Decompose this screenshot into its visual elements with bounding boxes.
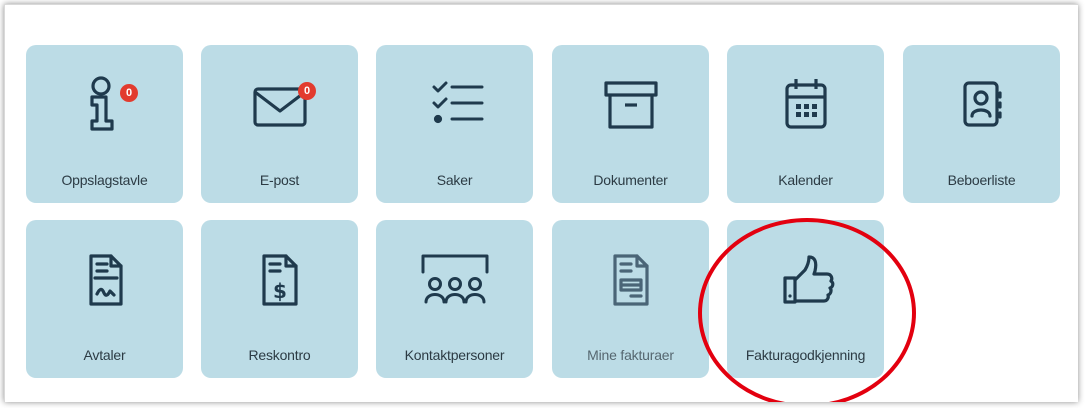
tile-fakturagodkjenning[interactable]: Fakturagodkjenning: [727, 220, 884, 378]
tile-beboerliste[interactable]: Beboerliste: [903, 45, 1060, 203]
tile-label: Kalender: [778, 172, 833, 188]
tile-oppslagstavle[interactable]: 0 Oppslagstavle: [26, 45, 183, 203]
tile-label: Saker: [436, 172, 473, 188]
tile-e-post[interactable]: 0 E-post: [201, 45, 358, 203]
tile-label: Mine fakturaer: [587, 347, 674, 363]
notification-badge: 0: [120, 84, 138, 102]
invoice-document-icon: [552, 250, 709, 310]
group-people-icon: [376, 250, 533, 310]
tile-label: Beboerliste: [947, 172, 1016, 188]
notification-badge: 0: [298, 82, 316, 100]
tile-label: Oppslagstavle: [61, 172, 148, 188]
tile-label: Kontaktpersoner: [404, 347, 505, 363]
signed-document-icon: [26, 250, 183, 310]
tile-kontaktpersoner[interactable]: Kontaktpersoner: [376, 220, 533, 378]
calendar-icon: [727, 75, 884, 135]
tile-label: Fakturagodkjenning: [745, 347, 866, 363]
tile-label: Reskontro: [248, 347, 311, 363]
tile-mine-fakturaer[interactable]: Mine fakturaer: [552, 220, 709, 378]
tile-kalender[interactable]: Kalender: [727, 45, 884, 203]
tile-dokumenter[interactable]: Dokumenter: [552, 45, 709, 203]
svg-text:$: $: [273, 279, 287, 303]
address-book-icon: [903, 75, 1060, 135]
tile-avtaler[interactable]: Avtaler: [26, 220, 183, 378]
dollar-document-icon: $: [201, 250, 358, 310]
tile-saker[interactable]: Saker: [376, 45, 533, 203]
envelope-icon: [201, 75, 358, 135]
tile-grid-panel: 0 Oppslagstavle 0 E-post Saker Dokumente…: [4, 4, 1078, 402]
tile-label: Dokumenter: [593, 172, 668, 188]
info-icon: [26, 75, 183, 135]
tile-reskontro[interactable]: $ Reskontro: [201, 220, 358, 378]
tile-label: Avtaler: [83, 347, 126, 363]
tile-label: E-post: [259, 172, 300, 188]
archive-box-icon: [552, 75, 709, 135]
thumbs-up-icon: [727, 250, 884, 310]
checklist-icon: [376, 75, 533, 135]
